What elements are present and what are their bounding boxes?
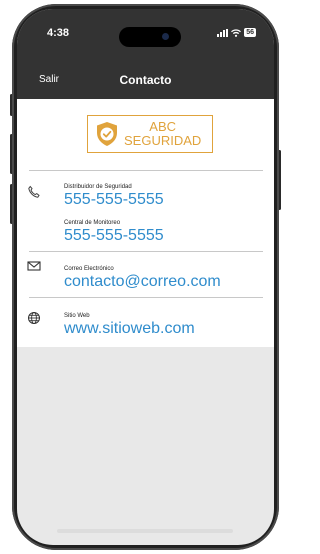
status-time: 4:38	[47, 27, 70, 39]
phone1-label: Distribuidor de Seguridad	[64, 184, 132, 190]
phone-screen: 4:38 56 Salir Contacto ABC SEGURIDAD Dis…	[17, 9, 274, 545]
status-icons: 56	[217, 28, 256, 37]
status-bar: 4:38 56	[17, 9, 274, 61]
camera-icon	[162, 33, 169, 40]
back-button[interactable]: Salir	[39, 74, 59, 85]
signal-icon	[217, 28, 229, 37]
web-link[interactable]: www.sitioweb.com	[64, 320, 195, 338]
battery-icon: 56	[244, 28, 256, 37]
divider	[29, 170, 263, 171]
mail-icon	[27, 261, 41, 271]
phone1-link[interactable]: 555-555-5555	[64, 191, 164, 209]
globe-icon	[28, 312, 40, 324]
contact-content: ABC SEGURIDAD Distribuidor de Seguridad …	[17, 99, 274, 347]
logo-text: ABC SEGURIDAD	[124, 120, 201, 148]
phone-icon	[28, 185, 40, 198]
email-label: Correo Electrónico	[64, 266, 114, 272]
company-logo: ABC SEGURIDAD	[87, 115, 213, 153]
home-indicator[interactable]	[57, 529, 233, 533]
divider	[29, 251, 263, 252]
email-link[interactable]: contacto@correo.com	[64, 273, 221, 291]
nav-bar: Salir Contacto	[17, 61, 274, 99]
dynamic-island	[119, 27, 181, 47]
phone2-label: Central de Monitoreo	[64, 220, 121, 226]
shield-check-icon	[97, 122, 117, 146]
web-label: Sitio Web	[64, 313, 90, 319]
logo-line2: SEGURIDAD	[124, 133, 202, 148]
logo-line1: ABC	[149, 119, 177, 134]
wifi-icon	[231, 28, 242, 37]
divider	[29, 297, 263, 298]
phone2-link[interactable]: 555-555-5555	[64, 227, 164, 245]
